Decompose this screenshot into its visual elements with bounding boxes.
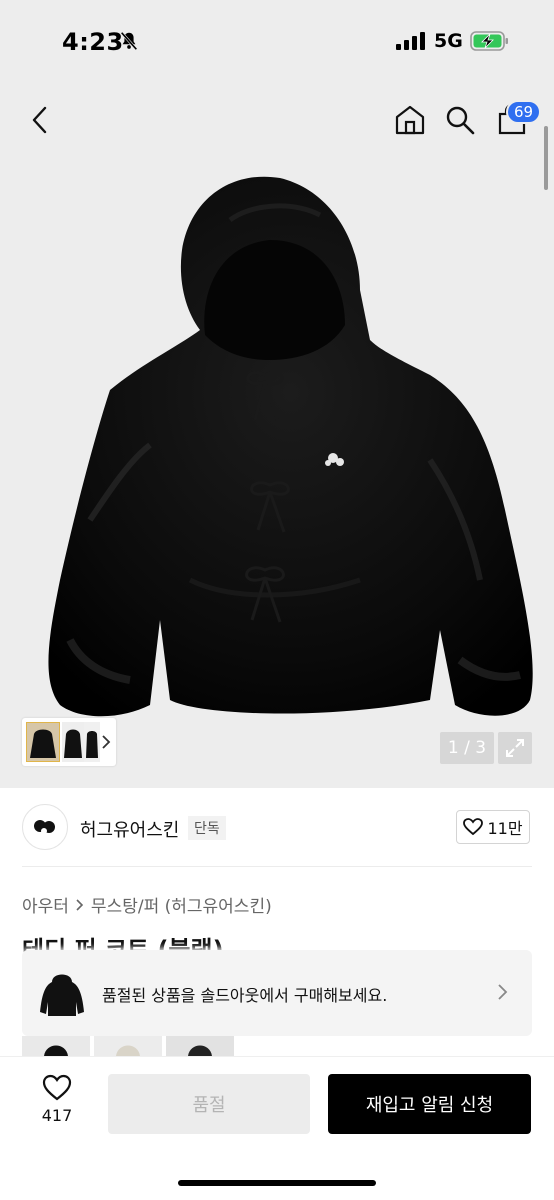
search-button[interactable] [440,100,480,140]
brand-logo[interactable] [22,804,68,850]
chevron-right-icon [102,735,111,749]
signal-icon [396,32,425,50]
wish-count: 417 [41,1106,73,1125]
soldout-product-thumbnail [40,974,84,1016]
related-thumbnails [22,1036,234,1056]
status-bar: 4:23 5G [0,0,554,84]
cart-count-badge: 69 [506,100,542,124]
image-counter: 1 / 3 [440,732,494,764]
breadcrumb-level1[interactable]: 아우터 [22,892,69,917]
breadcrumb: 아우터 무스탕/퍼 (허그유어스킨) [22,892,272,917]
thumbnail-1[interactable] [26,722,60,762]
search-icon [446,106,475,135]
soldout-banner-text: 품절된 상품을 솔드아웃에서 구매해보세요. [102,986,388,1005]
top-navigation [0,84,554,160]
chevron-right-icon [76,898,84,911]
soldout-button: 품절 [108,1074,310,1134]
related-thumbnail[interactable] [166,1036,234,1056]
network-label: 5G [434,30,463,52]
bell-off-icon [120,31,138,51]
product-image[interactable] [0,160,554,788]
expand-button[interactable] [498,732,532,764]
chevron-right-icon [498,984,508,1000]
exclusive-tag: 단독 [188,816,226,840]
restock-alert-button[interactable]: 재입고 알림 신청 [328,1074,531,1134]
brand-name[interactable]: 허그유어스킨 [80,816,179,842]
fur-jacket-image [48,176,533,717]
heart-icon [463,818,484,836]
thumbnail-3[interactable] [84,722,100,762]
wish-button[interactable]: 417 [34,1074,80,1134]
image-thumbnail-strip[interactable] [22,718,116,766]
brand-logo-icon [34,820,55,834]
home-icon [395,105,425,135]
home-button[interactable] [390,100,430,140]
battery-charging-icon [470,31,508,51]
divider [22,866,532,867]
status-time: 4:23 [62,28,124,56]
breadcrumb-level2[interactable]: 무스탕/퍼 (허그유어스킨) [91,892,272,917]
soldout-banner[interactable]: 품절된 상품을 솔드아웃에서 구매해보세요. [22,950,532,1036]
back-button[interactable] [20,100,60,140]
expand-icon [506,739,524,757]
brand-like-button[interactable]: 11만 [456,810,530,844]
heart-icon [42,1074,72,1101]
brand-like-count: 11만 [487,819,523,838]
scroll-indicator [544,126,548,190]
thumbnail-2[interactable] [62,722,84,762]
back-icon [32,106,47,134]
home-indicator[interactable] [178,1180,376,1186]
related-thumbnail[interactable] [22,1036,90,1056]
related-thumbnail[interactable] [94,1036,162,1056]
